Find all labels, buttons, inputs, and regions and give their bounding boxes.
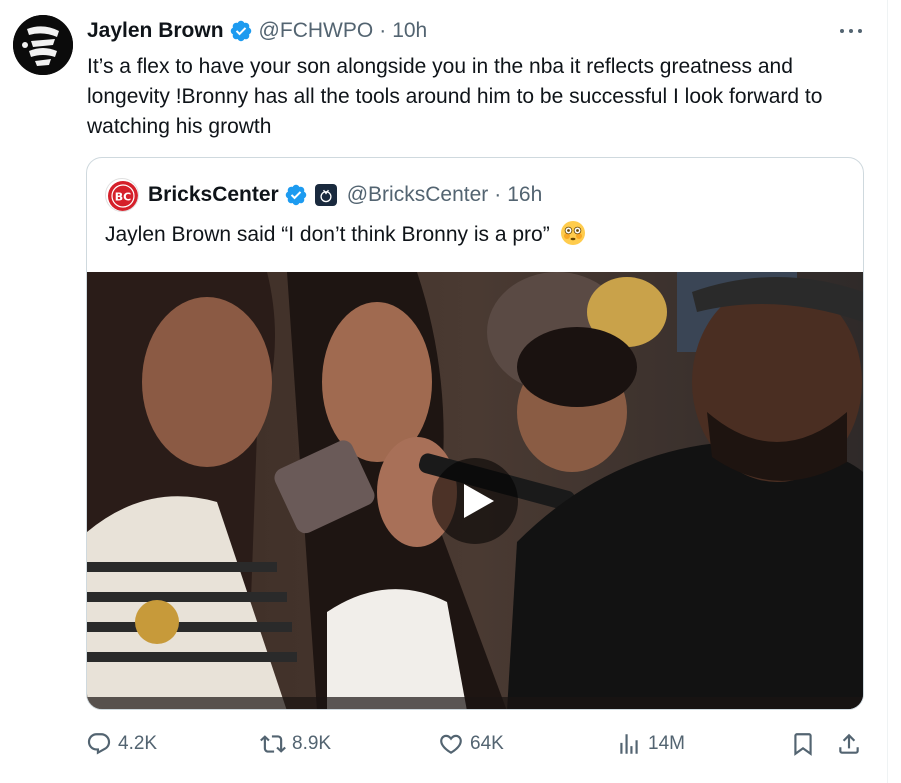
- share-icon: [839, 733, 859, 754]
- quoted-tweet[interactable]: BC BricksCenter @BricksCenter · 16h Jayl…: [86, 157, 864, 710]
- affiliate-badge-icon[interactable]: [314, 184, 337, 206]
- quoted-author-name[interactable]: BricksCenter: [148, 183, 279, 207]
- more-dot: [858, 29, 862, 33]
- flushed-face-emoji: [560, 221, 585, 245]
- verified-badge-icon[interactable]: [284, 183, 308, 207]
- views-button[interactable]: 14M: [616, 728, 685, 760]
- views-count: 14M: [648, 733, 685, 754]
- quoted-author-handle[interactable]: @BricksCenter: [347, 183, 489, 207]
- action-bar: 4.2K 8.9K 64K 14M: [86, 728, 866, 760]
- logo-lettering: BC: [115, 191, 131, 204]
- play-icon: [464, 484, 494, 518]
- reply-count: 4.2K: [118, 733, 158, 754]
- repost-count: 8.9K: [292, 733, 332, 754]
- share-button[interactable]: [836, 728, 862, 760]
- more-dot: [840, 29, 844, 33]
- reply-icon: [87, 733, 111, 755]
- like-count: 64K: [470, 733, 504, 754]
- tweet-header: Jaylen Brown @FCHWPO · 10h: [87, 17, 427, 45]
- repost-icon: [260, 735, 286, 753]
- tweet-timestamp[interactable]: 10h: [392, 19, 427, 43]
- author-avatar[interactable]: [13, 15, 73, 75]
- author-avatar-image: [13, 15, 73, 75]
- views-icon: [620, 734, 638, 754]
- quoted-tweet-header: BC BricksCenter @BricksCenter · 16h: [105, 178, 542, 212]
- bookmark-button[interactable]: [790, 728, 816, 760]
- separator-dot: ·: [494, 183, 502, 206]
- more-icon[interactable]: [838, 22, 864, 40]
- more-dot: [849, 29, 853, 33]
- quoted-tweet-timestamp[interactable]: 16h: [507, 183, 542, 207]
- bookmark-icon: [794, 733, 812, 756]
- bricks-center-logo: BC: [108, 181, 138, 211]
- author-handle[interactable]: @FCHWPO: [259, 19, 374, 43]
- play-button[interactable]: [432, 458, 518, 544]
- column-divider: [887, 0, 888, 783]
- tweet-text: It’s a flex to have your son alongside y…: [87, 55, 823, 138]
- reply-button[interactable]: 4.2K: [86, 728, 157, 760]
- author-name[interactable]: Jaylen Brown: [87, 19, 224, 43]
- like-icon: [440, 734, 462, 754]
- quoted-tweet-text: Jaylen Brown said “I don’t think Bronny …: [105, 223, 550, 246]
- repost-button[interactable]: 8.9K: [260, 728, 331, 760]
- quoted-tweet-text-row: Jaylen Brown said “I don’t think Bronny …: [105, 220, 586, 250]
- separator-dot: ·: [379, 19, 387, 42]
- verified-badge-icon[interactable]: [229, 19, 253, 43]
- like-button[interactable]: 64K: [438, 728, 504, 760]
- quoted-author-avatar[interactable]: BC: [105, 178, 139, 212]
- video-thumbnail[interactable]: [87, 272, 863, 709]
